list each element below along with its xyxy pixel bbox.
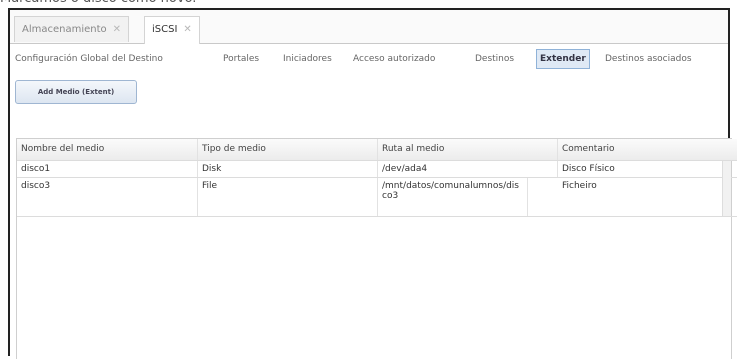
- subnav-iniciadores[interactable]: Iniciadores: [283, 50, 332, 68]
- cell-comment: Ficheiro: [562, 181, 597, 191]
- column-header[interactable]: Comentario: [558, 139, 738, 160]
- subnav-acceso-autorizado[interactable]: Acceso autorizado: [353, 50, 435, 68]
- table-row[interactable]: disco1 Disk /dev/ada4 Disco Físico: [17, 161, 737, 178]
- add-extent-button[interactable]: Add Medio (Extent): [15, 80, 137, 104]
- subnav-destinos-asociados[interactable]: Destinos asociados: [605, 50, 692, 68]
- tab-bar: Almacenamiento ✕ iSCSI ✕: [10, 10, 728, 44]
- close-icon[interactable]: ✕: [113, 24, 121, 35]
- table-header: Nombre del medio Tipo de medio Ruta al m…: [17, 139, 737, 161]
- column-header[interactable]: Tipo de medio: [198, 139, 378, 160]
- cell-name: disco1: [17, 161, 198, 177]
- column-header[interactable]: Nombre del medio: [17, 139, 198, 160]
- cell-type: File: [198, 178, 378, 216]
- tab-label: Almacenamiento: [22, 24, 107, 35]
- tab-iscsi[interactable]: iSCSI ✕: [144, 16, 200, 44]
- subnav-global-config[interactable]: Configuración Global del Destino: [15, 50, 163, 68]
- app-window: Almacenamiento ✕ iSCSI ✕ Configuración Glo…: [8, 8, 737, 359]
- cell-name: disco3: [17, 178, 198, 216]
- iscsi-subnav: Configuración Global del Destino Portale…: [10, 44, 728, 73]
- subnav-portales[interactable]: Portales: [223, 50, 259, 68]
- column-header[interactable]: Ruta al medio: [378, 139, 558, 160]
- tab-almacenamiento[interactable]: Almacenamiento ✕: [14, 16, 130, 42]
- cell-path: /mnt/datos/comunalumnos/disco3: [378, 178, 528, 216]
- vertical-scrollbar[interactable]: [722, 161, 731, 216]
- extents-table: Nombre del medio Tipo de medio Ruta al m…: [16, 138, 737, 359]
- tab-label: iSCSI: [152, 24, 178, 35]
- cell-path: /dev/ada4: [378, 161, 558, 177]
- subnav-extender[interactable]: Extender: [536, 49, 590, 69]
- cell-comment: Disco Físico: [562, 164, 615, 174]
- table-row[interactable]: disco3 File /mnt/datos/comunalumnos/disc…: [17, 178, 737, 217]
- close-icon[interactable]: ✕: [183, 24, 191, 35]
- subnav-destinos[interactable]: Destinos: [475, 50, 514, 68]
- cell-type: Disk: [198, 161, 378, 177]
